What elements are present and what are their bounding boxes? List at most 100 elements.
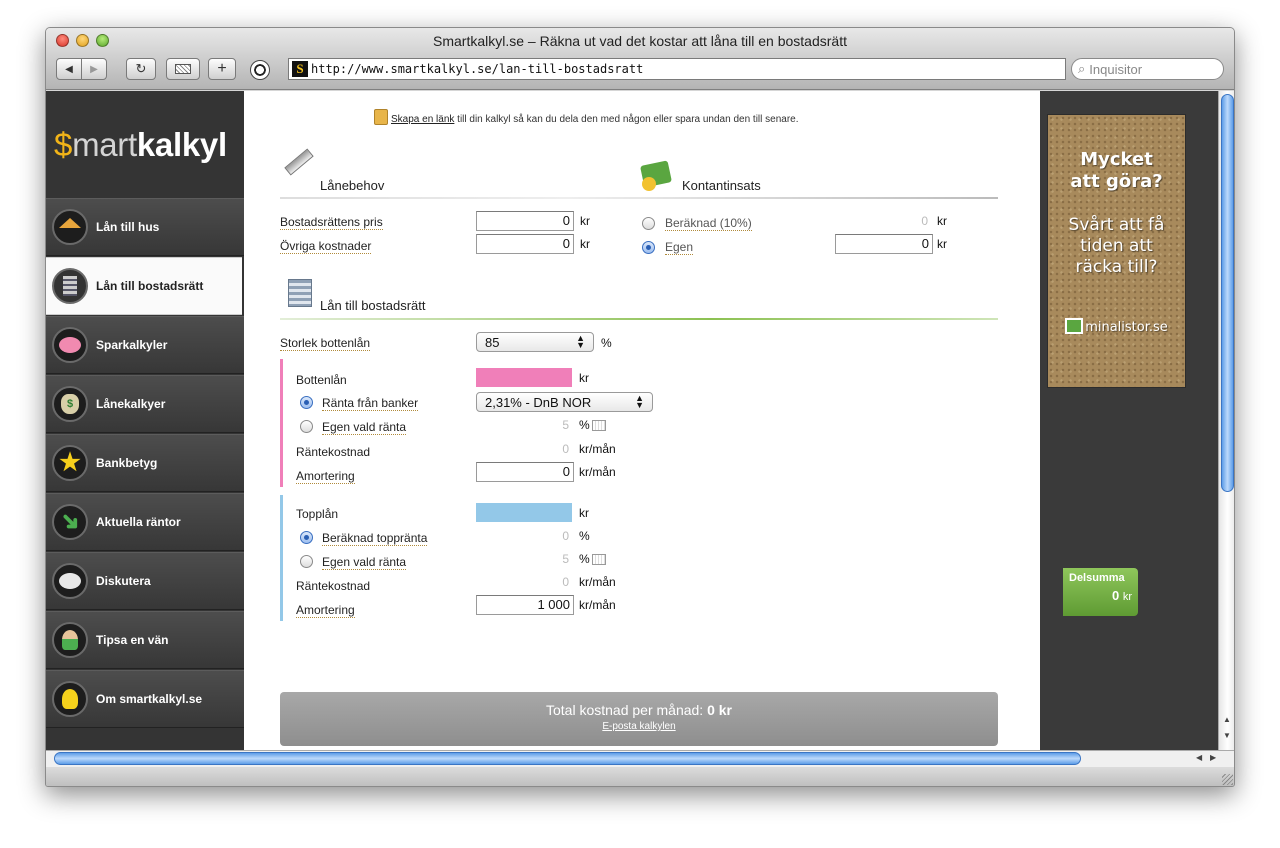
calc-top-rate-unit: % xyxy=(579,529,590,543)
forward-arrow-icon: ▶ xyxy=(90,63,98,75)
main-content: Skapa en länk till din kalkyl så kan du … xyxy=(244,91,1040,750)
horizontal-scroll-thumb[interactable] xyxy=(54,752,1081,765)
topplan-bar xyxy=(280,495,283,621)
calc-downpayment-value: 0 xyxy=(921,214,928,228)
vertical-scroll-thumb[interactable] xyxy=(1221,94,1234,492)
resize-grip-icon[interactable] xyxy=(1222,774,1233,785)
calc-downpayment-radio[interactable] xyxy=(642,217,655,230)
price-input[interactable]: 0 xyxy=(476,211,574,231)
logo-dollar: $ xyxy=(54,126,73,163)
snapback-icon xyxy=(175,64,191,74)
topplan-amount xyxy=(476,503,572,522)
ruler-icon xyxy=(284,148,314,176)
advertisement[interactable]: Mycket att göra? Svårt att få tiden att … xyxy=(1047,114,1186,388)
title-bar: Smartkalkyl.se – Räkna ut vad det kostar… xyxy=(46,28,1234,90)
snapback-button[interactable] xyxy=(166,58,200,80)
calc-top-rate-label[interactable]: Beräknad toppränta xyxy=(322,531,428,546)
email-calc-link[interactable]: E-posta kalkylen xyxy=(280,721,998,732)
price-label[interactable]: Bostadsrättens pris xyxy=(280,215,383,230)
bottenlan-cost-unit: kr/mån xyxy=(579,442,616,456)
sidebar-item-label: Lån till bostadsrätt xyxy=(96,279,204,293)
address-bar[interactable]: Shttp://www.smartkalkyl.se/lan-till-bost… xyxy=(288,58,1066,80)
own-downpayment-radio[interactable] xyxy=(642,241,655,254)
sidebar-item-label: Sparkalkyler xyxy=(96,338,168,352)
search-field[interactable]: ⌕ Inquisitor xyxy=(1071,58,1224,80)
sidebar-item-label: Lån till hus xyxy=(96,220,160,234)
forward-button[interactable]: ▶ xyxy=(81,58,107,80)
back-arrow-icon: ◀ xyxy=(65,63,73,75)
bottenlan-amort-input[interactable]: 0 xyxy=(476,462,574,482)
bottenlan-title: Bottenlån xyxy=(296,373,347,387)
scroll-down-arrow-icon[interactable]: ▼ xyxy=(1223,731,1231,740)
checkbox-logo-icon xyxy=(1065,318,1084,334)
ad-column: Mycket att göra? Svårt att få tiden att … xyxy=(1040,91,1218,750)
sidebar-item-sparkalkyler[interactable]: Sparkalkyler xyxy=(46,316,244,374)
apartment-building-icon xyxy=(288,279,312,307)
delsumma-box: Delsumma 0 kr xyxy=(1063,568,1138,616)
calc-top-rate-value: 0 xyxy=(562,529,569,543)
topplan-cost-value: 0 xyxy=(562,575,569,589)
window-title: Smartkalkyl.se – Räkna ut vad det kostar… xyxy=(433,33,847,49)
bottenlan-amort-unit: kr/mån xyxy=(579,465,616,479)
calc-top-rate-radio[interactable] xyxy=(300,531,313,544)
sidebar-item-lanekalkyer[interactable]: $ Lånekalkyer xyxy=(46,375,244,433)
topplan-amort-label[interactable]: Amortering xyxy=(296,603,355,618)
topplan-title: Topplån xyxy=(296,507,339,521)
bank-rate-select[interactable]: 2,31% - DnB NOR ▲ ▼ xyxy=(476,392,653,412)
sidebar-item-bankbetyg[interactable]: ★ Bankbetyg xyxy=(46,434,244,492)
share-notice: Skapa en länk till din kalkyl så kan du … xyxy=(374,109,799,125)
piggy-bank-icon xyxy=(52,327,88,363)
vertical-scrollbar[interactable]: ▲ ▼ xyxy=(1218,91,1234,750)
site-logo[interactable]: $martkalkyl xyxy=(54,126,227,164)
loan-size-label[interactable]: Storlek bottenlån xyxy=(280,336,371,351)
add-bookmark-button[interactable]: + xyxy=(208,58,236,80)
own-rate-label[interactable]: Egen vald ränta xyxy=(322,420,407,435)
scroll-right-arrow-icon[interactable]: ▶ xyxy=(1210,753,1216,762)
sidebar-item-om-smartkalkyl[interactable]: Om smartkalkyl.se xyxy=(46,670,244,728)
calc-downpayment-label[interactable]: Beräknad (10%) xyxy=(665,216,752,231)
total-line: Total kostnad per månad: 0 kr xyxy=(280,702,998,718)
horizontal-scrollbar[interactable]: ◀ ▶ xyxy=(46,750,1234,767)
own-downpayment-input[interactable]: 0 xyxy=(835,234,933,254)
own-top-rate-radio[interactable] xyxy=(300,555,313,568)
topplan-amort-input[interactable]: 1 000 xyxy=(476,595,574,615)
scroll-up-arrow-icon[interactable]: ▲ xyxy=(1223,715,1231,724)
sidebar-item-diskutera[interactable]: Diskutera xyxy=(46,552,244,610)
calendar-icon[interactable] xyxy=(591,554,606,566)
other-costs-label[interactable]: Övriga kostnader xyxy=(280,239,372,254)
calendar-icon[interactable] xyxy=(591,420,606,432)
bottenlan-cost-label: Räntekostnad xyxy=(296,445,371,459)
search-icon: ⌕ xyxy=(1078,61,1086,76)
own-rate-radio[interactable] xyxy=(300,420,313,433)
create-link[interactable]: Skapa en länk xyxy=(391,114,454,125)
logo-mart: mart xyxy=(72,126,137,163)
back-button[interactable]: ◀ xyxy=(56,58,82,80)
reload-icon: ↻ xyxy=(135,61,147,76)
own-top-rate-label[interactable]: Egen vald ränta xyxy=(322,555,407,570)
safari-compass-icon xyxy=(250,60,270,80)
reload-button[interactable]: ↻ xyxy=(126,58,156,80)
total-label: Total kostnad per månad: xyxy=(545,702,704,718)
own-rate-value: 5 xyxy=(562,418,569,432)
sidebar-item-label: Bankbetyg xyxy=(96,456,158,470)
bank-rate-label[interactable]: Ränta från banker xyxy=(322,396,419,411)
lanebehov-heading: Lånebehov xyxy=(320,178,385,193)
own-downpayment-label[interactable]: Egen xyxy=(665,240,694,255)
scroll-left-arrow-icon[interactable]: ◀ xyxy=(1196,753,1202,762)
bank-rate-radio[interactable] xyxy=(300,396,313,409)
house-icon xyxy=(52,209,88,245)
sidebar-item-tipsa-en-van[interactable]: Tipsa en vän xyxy=(46,611,244,669)
other-costs-unit: kr xyxy=(580,237,590,251)
sidebar-item-aktuella-rantor[interactable]: ➜ Aktuella räntor xyxy=(46,493,244,551)
sidebar-item-lan-till-hus[interactable]: Lån till hus xyxy=(46,198,244,256)
own-top-rate-value: 5 xyxy=(562,552,569,566)
other-costs-input[interactable]: 0 xyxy=(476,234,574,254)
logo-kalkyl: kalkyl xyxy=(136,126,227,163)
speech-bubble-icon xyxy=(52,563,88,599)
loan-size-select[interactable]: 85 ▲ ▼ xyxy=(476,332,594,352)
loan-size-value: 85 xyxy=(485,335,500,350)
plus-icon: + xyxy=(217,60,227,77)
topplan-cost-unit: kr/mån xyxy=(579,575,616,589)
sidebar-item-lan-till-bostadsratt[interactable]: Lån till bostadsrätt xyxy=(46,257,242,315)
bottenlan-amort-label[interactable]: Amortering xyxy=(296,469,355,484)
